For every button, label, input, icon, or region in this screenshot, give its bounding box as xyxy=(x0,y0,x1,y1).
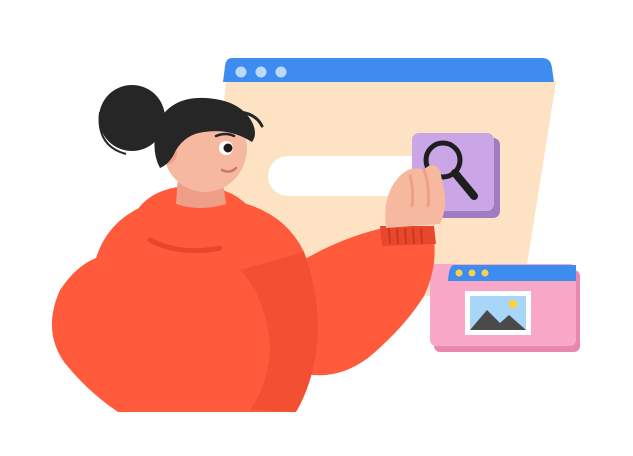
illustration-canvas xyxy=(0,0,633,456)
window-dot-1 xyxy=(235,66,247,78)
card-dot-1 xyxy=(455,269,463,277)
card-dot-3 xyxy=(481,269,489,277)
image-card-icon xyxy=(430,264,580,352)
image-icon xyxy=(465,291,531,335)
search-illustration xyxy=(51,58,580,412)
window-dot-2 xyxy=(255,66,267,78)
window-dot-3 xyxy=(275,66,287,78)
card-dot-2 xyxy=(468,269,476,277)
image-card-titlebar xyxy=(448,265,576,281)
browser-titlebar xyxy=(223,58,554,82)
